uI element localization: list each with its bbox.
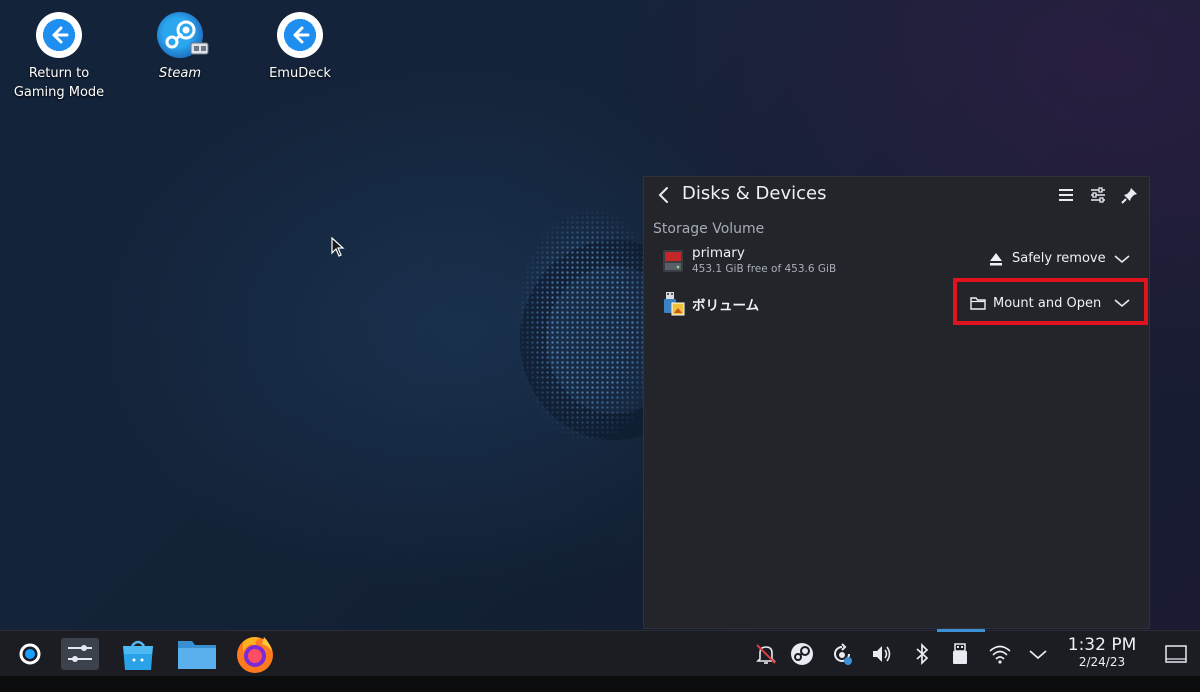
volume-icon[interactable] (870, 642, 894, 666)
back-arrow-icon[interactable] (654, 184, 674, 206)
bottom-edge (0, 676, 1200, 692)
steam-icon (157, 12, 209, 58)
desktop-icon-label: Steam (159, 66, 201, 81)
safely-remove-label: Safely remove (1012, 251, 1106, 266)
mount-and-open-button[interactable]: Mount and Open (970, 296, 1105, 316)
desktop-icon-label: EmuDeck (269, 66, 331, 81)
pin-icon[interactable] (1120, 185, 1140, 205)
return-arrow-icon (277, 12, 323, 58)
device-space-detail: 453.1 GiB free of 453.6 GiB (692, 263, 837, 275)
wifi-icon[interactable] (988, 642, 1012, 666)
file-manager-icon[interactable] (175, 631, 219, 677)
desktop-icon-return-to-gaming-mode[interactable]: Return to Gaming Mode (4, 0, 114, 102)
active-tray-indicator (937, 629, 985, 632)
device-row-primary[interactable]: primary 453.1 GiB free of 453.6 GiB Safe… (644, 243, 1149, 281)
bluetooth-icon[interactable] (910, 642, 934, 666)
folder-icon (970, 297, 986, 310)
mount-and-open-label: Mount and Open (993, 296, 1102, 311)
desktop-icon-steam[interactable]: Steam (125, 0, 235, 83)
discover-store-icon[interactable] (118, 631, 158, 677)
steam-tray-icon[interactable] (790, 642, 814, 666)
chevron-down-icon[interactable] (1113, 297, 1131, 309)
mouse-cursor-icon (331, 237, 345, 257)
taskbar (0, 630, 1200, 677)
notifications-muted-icon[interactable] (754, 642, 778, 666)
show-desktop-icon[interactable] (1164, 642, 1188, 666)
desktop-icon-emudeck[interactable]: EmuDeck (245, 0, 355, 83)
disks-devices-panel: Disks & Devices Storage Volume primary 4… (643, 176, 1150, 629)
eject-icon (990, 253, 1002, 266)
chevron-down-icon[interactable] (1113, 253, 1131, 265)
firefox-icon[interactable] (232, 631, 278, 677)
settings-sliders-icon[interactable] (1088, 185, 1108, 205)
hard-drive-icon (663, 250, 683, 272)
device-name: ボリューム (692, 298, 760, 314)
panel-title: Disks & Devices (682, 183, 827, 204)
clock-time[interactable]: 1:32 PM (1066, 635, 1138, 655)
usb-volume-icon (664, 292, 685, 316)
safely-remove-button[interactable]: Safely remove (988, 251, 1108, 271)
return-arrow-icon (36, 12, 82, 58)
update-icon[interactable] (830, 642, 854, 666)
system-settings-icon[interactable] (58, 631, 102, 677)
device-name: primary (692, 245, 745, 261)
expand-tray-icon[interactable] (1026, 642, 1050, 666)
section-label: Storage Volume (653, 221, 765, 237)
panel-header: Disks & Devices (644, 177, 1149, 213)
desktop-icon-label: Return to Gaming Mode (13, 66, 105, 100)
usb-device-icon[interactable] (948, 642, 972, 666)
device-row-volume[interactable]: ボリューム Mount and Open (644, 287, 1149, 321)
steam-deck-logo-icon[interactable] (8, 631, 48, 677)
wallpaper-dots (500, 205, 650, 450)
menu-icon[interactable] (1056, 185, 1076, 205)
clock-date[interactable]: 2/24/23 (1066, 655, 1138, 669)
